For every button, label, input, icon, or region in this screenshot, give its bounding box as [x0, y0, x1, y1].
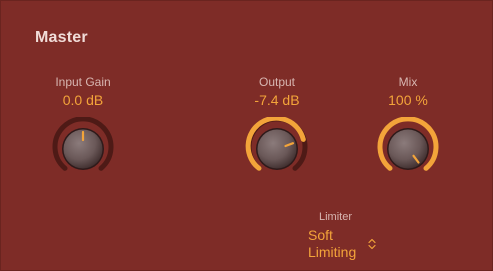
- limiter-label: Limiter: [319, 211, 353, 223]
- output-knob[interactable]: [245, 117, 309, 181]
- panel-title: Master: [35, 29, 88, 46]
- output-knob-cap: [257, 129, 297, 169]
- input-gain-control: Input Gain 0.0 dB: [33, 75, 133, 195]
- updown-chevron-icon[interactable]: [368, 238, 376, 250]
- mix-label: Mix: [398, 75, 418, 89]
- input-gain-value[interactable]: 0.0 dB: [33, 92, 133, 108]
- mix-control: Mix 100 %: [358, 75, 458, 195]
- output-control: Output -7.4 dB: [227, 75, 327, 195]
- limiter-mode-select[interactable]: Soft Limiting: [308, 227, 378, 263]
- mix-value[interactable]: 100 %: [358, 92, 458, 108]
- limiter-mode-value[interactable]: Soft Limiting: [308, 227, 368, 261]
- output-value[interactable]: -7.4 dB: [227, 92, 327, 108]
- master-panel: Master Input Gain 0.0 dB Output -7.4 dB: [0, 0, 493, 271]
- mix-knob-cap: [388, 129, 428, 169]
- output-label: Output: [258, 75, 296, 89]
- input-gain-knob[interactable]: [51, 117, 115, 181]
- mix-knob[interactable]: [376, 117, 440, 181]
- input-gain-label: Input Gain: [55, 75, 111, 89]
